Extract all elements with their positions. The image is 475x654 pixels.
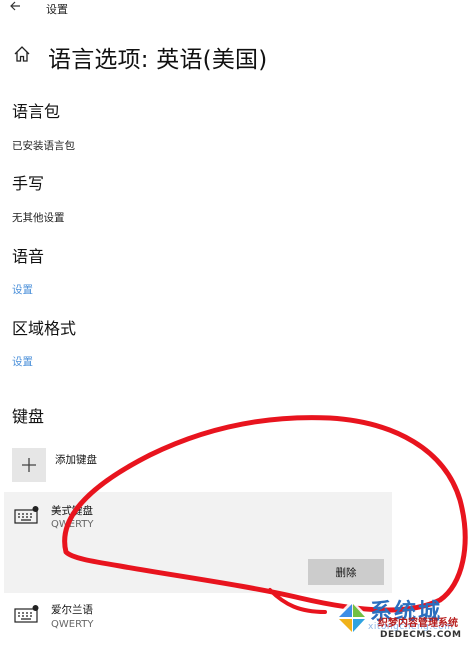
window-title: 设置 — [46, 3, 68, 16]
plus-icon — [12, 448, 46, 482]
region-format-heading: 区域格式 — [12, 319, 77, 338]
handwriting-heading: 手写 — [12, 174, 45, 193]
windows-logo-icon — [334, 600, 370, 636]
keyboard-icon — [14, 505, 40, 525]
watermark-cms-name: 织梦内容管理系统 — [378, 618, 458, 629]
add-keyboard-button[interactable]: 添加键盘 — [12, 448, 212, 482]
region-format-settings-link[interactable]: 设置 — [12, 354, 33, 369]
keyboard-name: 爱尔兰语 — [51, 604, 93, 616]
speech-heading: 语音 — [12, 247, 45, 266]
keyboard-name: 美式键盘 — [51, 505, 93, 517]
back-arrow-icon — [10, 1, 20, 11]
keyboard-heading: 键盘 — [12, 407, 45, 426]
language-pack-heading: 语言包 — [12, 102, 61, 121]
title-bar: 设置 — [0, 0, 475, 18]
add-keyboard-label: 添加键盘 — [55, 454, 97, 466]
back-button[interactable] — [4, 0, 28, 18]
page-header: 语言选项: 英语(美国) — [12, 36, 462, 76]
language-pack-status: 已安装语言包 — [12, 140, 75, 152]
keyboard-layout: QWERTY — [51, 619, 94, 630]
watermark: 系统城 xitongcheng.com 织梦内容管理系统 DEDECMS.COM — [312, 592, 475, 654]
keyboard-layout: QWERTY — [51, 519, 94, 530]
keyboard-item-us[interactable]: 美式键盘 QWERTY 删除 — [4, 492, 392, 593]
home-icon[interactable] — [12, 44, 32, 64]
watermark-cms-domain: DEDECMS.COM — [380, 630, 462, 640]
handwriting-status: 无其他设置 — [12, 212, 65, 224]
speech-settings-link[interactable]: 设置 — [12, 282, 33, 297]
page-title: 语言选项: 英语(美国) — [48, 47, 268, 73]
delete-keyboard-button[interactable]: 删除 — [308, 559, 384, 585]
keyboard-icon — [14, 604, 40, 624]
